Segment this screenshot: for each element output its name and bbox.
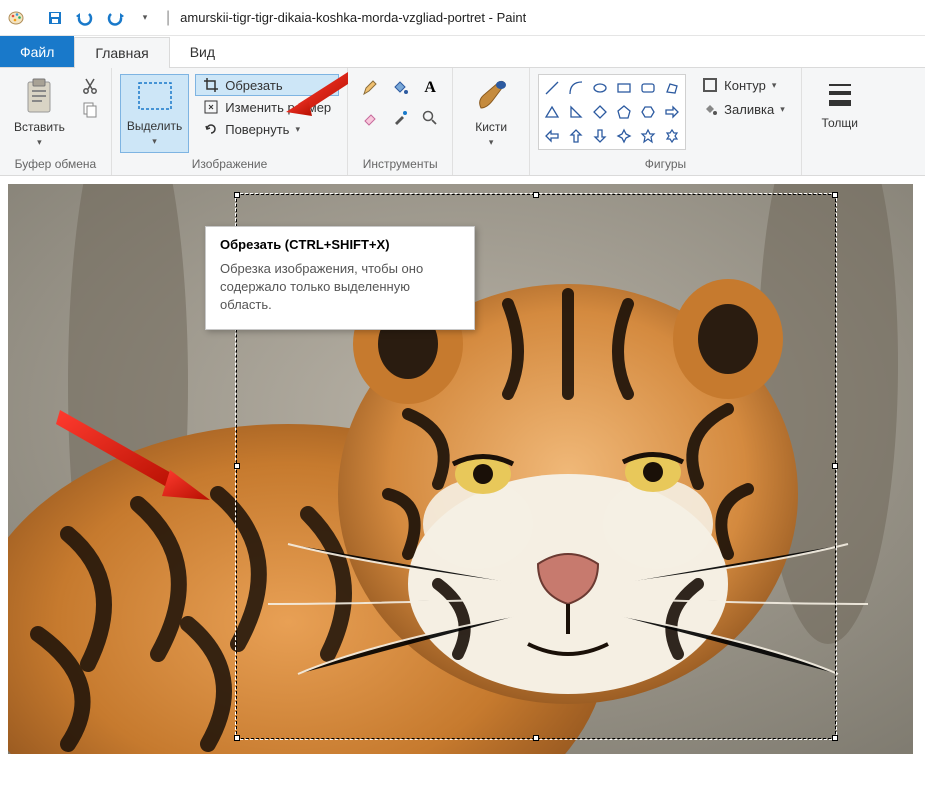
shape-arrow-down[interactable] (589, 125, 611, 147)
app-icon (6, 8, 26, 28)
scissors-icon (81, 77, 99, 95)
copy-button[interactable] (77, 98, 103, 122)
shape-pentagon[interactable] (613, 101, 635, 123)
group-size: Толщи (802, 68, 878, 175)
tool-magnifier[interactable] (416, 104, 444, 132)
rotate-icon (203, 121, 219, 137)
shape-line[interactable] (541, 77, 563, 99)
select-button[interactable]: Выделить▾ (120, 74, 189, 153)
title-separator: | (166, 9, 170, 27)
shape-polygon[interactable] (661, 77, 683, 99)
group-label-clipboard: Буфер обмена (8, 157, 103, 171)
cut-button[interactable] (77, 74, 103, 98)
shape-arrow-up[interactable] (565, 125, 587, 147)
selection-handle[interactable] (832, 463, 838, 469)
shape-arrow-right[interactable] (661, 101, 683, 123)
group-shapes: Контур ▾ Заливка ▾ Фигуры (530, 68, 802, 175)
selection-handle[interactable] (533, 192, 539, 198)
tool-pencil[interactable] (356, 74, 384, 102)
tool-fill[interactable] (386, 74, 414, 102)
paste-button[interactable]: Вставить▾ (8, 74, 71, 153)
tab-file[interactable]: Файл (0, 36, 74, 67)
shape-star6[interactable] (661, 125, 683, 147)
window-title: amurskii-tigr-tigr-dikaia-koshka-morda-v… (180, 10, 526, 25)
quick-access-dropdown[interactable]: ▾ (132, 5, 158, 31)
annotation-arrow-2 (50, 400, 220, 510)
fill-icon (702, 101, 718, 117)
selection-handle[interactable] (533, 735, 539, 741)
size-button[interactable]: Толщи (810, 74, 870, 134)
group-label-brushes (461, 157, 521, 171)
tooltip-title: Обрезать (CTRL+SHIFT+X) (220, 237, 460, 252)
crop-icon (203, 77, 219, 93)
thickness-icon (825, 78, 855, 112)
selection-handle[interactable] (234, 192, 240, 198)
shape-rect[interactable] (613, 77, 635, 99)
tool-color-picker[interactable] (386, 104, 414, 132)
group-label-image: Изображение (120, 157, 339, 171)
shape-curve[interactable] (565, 77, 587, 99)
shape-oval[interactable] (589, 77, 611, 99)
shape-hexagon[interactable] (637, 101, 659, 123)
shape-roundrect[interactable] (637, 77, 659, 99)
shape-triangle[interactable] (541, 101, 563, 123)
selection-handle[interactable] (234, 463, 240, 469)
tool-eraser[interactable] (356, 104, 384, 132)
save-button[interactable] (42, 5, 68, 31)
outline-icon (702, 77, 718, 93)
group-clipboard: Вставить▾ Буфер обмена (0, 68, 112, 175)
group-tools: A Инструменты (348, 68, 453, 175)
resize-icon (203, 99, 219, 115)
tab-view[interactable]: Вид (170, 36, 235, 67)
annotation-arrow-1 (278, 62, 358, 122)
ribbon: Вставить▾ Буфер обмена Выделить▾ (0, 68, 925, 176)
shape-star4[interactable] (613, 125, 635, 147)
group-label-tools: Инструменты (356, 157, 444, 171)
shape-star5[interactable] (637, 125, 659, 147)
group-label-shapes: Фигуры (538, 157, 793, 171)
brushes-button[interactable]: Кисти▾ (461, 74, 521, 153)
shape-right-triangle[interactable] (565, 101, 587, 123)
brush-icon (473, 78, 509, 116)
crop-tooltip: Обрезать (CTRL+SHIFT+X) Обрезка изображе… (205, 226, 475, 330)
undo-button[interactable] (72, 5, 98, 31)
clipboard-icon (22, 78, 56, 116)
tooltip-body: Обрезка изображения, чтобы оно содержало… (220, 260, 460, 315)
selection-handle[interactable] (234, 735, 240, 741)
copy-icon (81, 101, 99, 119)
tab-home[interactable]: Главная (74, 37, 169, 68)
selection-handle[interactable] (832, 735, 838, 741)
tools-grid: A (356, 74, 444, 132)
shape-fill-button[interactable]: Заливка ▾ (694, 98, 793, 120)
titlebar: ▾ | amurskii-tigr-tigr-dikaia-koshka-mor… (0, 0, 925, 36)
ribbon-tabs: Файл Главная Вид (0, 36, 925, 68)
selection-icon (133, 79, 177, 115)
tool-text[interactable]: A (416, 74, 444, 102)
shape-arrow-left[interactable] (541, 125, 563, 147)
shapes-gallery[interactable] (538, 74, 686, 150)
group-brushes: Кисти▾ (453, 68, 530, 175)
redo-button[interactable] (102, 5, 128, 31)
shape-diamond[interactable] (589, 101, 611, 123)
selection-handle[interactable] (832, 192, 838, 198)
shape-outline-button[interactable]: Контур ▾ (694, 74, 793, 96)
